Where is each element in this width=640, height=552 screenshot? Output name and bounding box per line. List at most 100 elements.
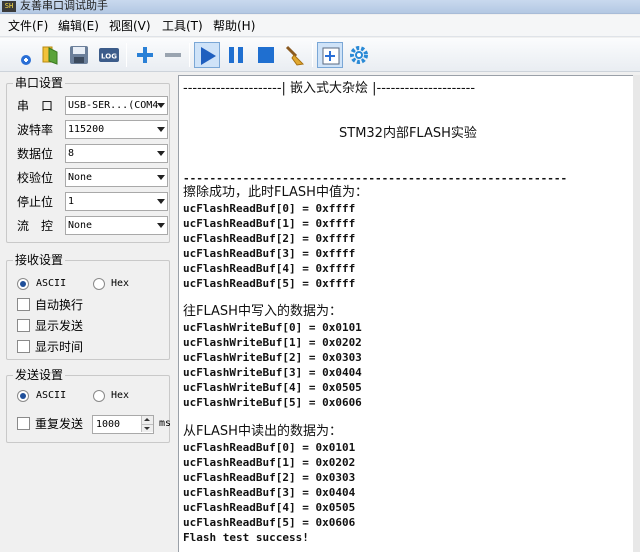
- group-title: 接收设置: [13, 252, 66, 268]
- terminal-line: ucFlashWriteBuf[4] = 0x0505: [183, 381, 362, 394]
- terminal-line: ---------------------| 嵌入式大杂烩 |---------…: [183, 81, 476, 96]
- save-icon: [70, 46, 88, 64]
- flow-control-select[interactable]: None: [65, 216, 168, 235]
- terminal-line: ucFlashReadBuf[1] = 0xffff: [183, 217, 356, 230]
- terminal-line: ucFlashWriteBuf[3] = 0x0404: [183, 366, 362, 379]
- terminal-line: ucFlashReadBuf[0] = 0x0101: [183, 441, 356, 454]
- flow-control-label: 流 控: [17, 219, 54, 233]
- serial-settings-group: 串口设置 串 口 USB-SER...(COM4 波特率 115200 数据位 …: [6, 75, 170, 243]
- group-title: 发送设置: [13, 367, 66, 383]
- clear-brush-icon: [285, 45, 305, 66]
- settings-panel: 串口设置 串 口 USB-SER...(COM4 波特率 115200 数据位 …: [0, 73, 176, 552]
- terminal-line: ucFlashWriteBuf[1] = 0x0202: [183, 336, 362, 349]
- stepper-down-icon[interactable]: [141, 424, 153, 432]
- pause-button[interactable]: [223, 42, 249, 68]
- terminal-line: STM32内部FLASH实验: [339, 126, 477, 141]
- receive-terminal[interactable]: ---------------------| 嵌入式大杂烩 |---------…: [178, 75, 633, 552]
- terminal-line: 从FLASH中读出的数据为：: [183, 424, 342, 439]
- menu-view[interactable]: 视图(V): [107, 15, 153, 37]
- terminal-line: ucFlashReadBuf[4] = 0x0505: [183, 501, 356, 514]
- toolbar-separator: [189, 43, 190, 67]
- terminal-line: ucFlashReadBuf[5] = 0x0606: [183, 516, 356, 529]
- add-icon: [137, 47, 153, 63]
- svg-text:LOG: LOG: [101, 53, 117, 61]
- repeat-send-checkbox[interactable]: [17, 417, 30, 430]
- terminal-line: ucFlashReadBuf[2] = 0x0303: [183, 471, 356, 484]
- menu-bar: 文件(F) 编辑(E) 视图(V) 工具(T) 帮助(H): [0, 15, 640, 37]
- show-time-checkbox[interactable]: [17, 340, 30, 353]
- terminal-line: Flash test success!: [183, 531, 309, 544]
- menu-file[interactable]: 文件(F): [6, 15, 50, 37]
- baud-select[interactable]: 115200: [65, 120, 168, 139]
- new-window-icon: [322, 47, 340, 65]
- log-icon: LOG: [99, 48, 119, 62]
- repeat-send-label: 重复发送: [35, 417, 84, 431]
- terminal-line: ucFlashReadBuf[0] = 0xffff: [183, 202, 356, 215]
- new-icon: [21, 55, 31, 65]
- send-hex-radio[interactable]: [93, 390, 105, 402]
- terminal-line: 往FLASH中写入的数据为：: [183, 304, 342, 319]
- title-bar: SH 友善串口调试助手: [0, 0, 640, 14]
- menu-tools[interactable]: 工具(T): [160, 15, 205, 37]
- show-send-label: 显示发送: [35, 319, 84, 333]
- app-logo-icon: SH: [2, 1, 16, 12]
- menu-help[interactable]: 帮助(H): [211, 15, 257, 37]
- send-hex-label: Hex: [111, 390, 130, 401]
- send-ascii-radio[interactable]: [17, 390, 29, 402]
- parity-select[interactable]: None: [65, 168, 168, 187]
- terminal-line: ucFlashReadBuf[4] = 0xffff: [183, 262, 356, 275]
- data-bits-select[interactable]: 8: [65, 144, 168, 163]
- receive-hex-radio[interactable]: [93, 278, 105, 290]
- stepper-up-icon[interactable]: [141, 416, 153, 424]
- chevron-down-icon: [157, 199, 165, 204]
- port-select[interactable]: USB-SER...(COM4: [65, 96, 168, 115]
- port-label: 串 口: [17, 99, 54, 113]
- receive-ascii-radio[interactable]: [17, 278, 29, 290]
- terminal-line: ucFlashReadBuf[5] = 0xffff: [183, 277, 356, 290]
- toolbar: LOG: [0, 38, 640, 72]
- toolbar-separator: [312, 43, 313, 67]
- terminal-line: ucFlashReadBuf[3] = 0xffff: [183, 247, 356, 260]
- terminal-line: ucFlashWriteBuf[0] = 0x0101: [183, 321, 362, 334]
- play-icon: [201, 47, 216, 65]
- chevron-down-icon: [157, 103, 165, 108]
- show-time-label: 显示时间: [35, 340, 84, 354]
- new-window-button[interactable]: [317, 42, 343, 68]
- terminal-line: ucFlashReadBuf[3] = 0x0404: [183, 486, 356, 499]
- chevron-down-icon: [157, 127, 165, 132]
- terminal-line: ucFlashReadBuf[1] = 0x0202: [183, 456, 356, 469]
- terminal-line: 擦除成功，此时FLASH中值为：: [183, 185, 368, 200]
- data-bits-label: 数据位: [17, 147, 54, 161]
- add-button[interactable]: [132, 42, 158, 68]
- settings-button[interactable]: [346, 42, 372, 68]
- stop-bits-select[interactable]: 1: [65, 192, 168, 211]
- receive-settings-group: 接收设置 ASCII Hex 自动换行 显示发送 显示时间: [6, 252, 170, 360]
- open-icon: [42, 46, 58, 65]
- menu-edit[interactable]: 编辑(E): [56, 15, 101, 37]
- scrollbar[interactable]: [633, 75, 640, 552]
- save-button[interactable]: [66, 42, 92, 68]
- chevron-down-icon: [157, 223, 165, 228]
- new-button[interactable]: [10, 42, 36, 68]
- show-send-checkbox[interactable]: [17, 319, 30, 332]
- stop-bits-label: 停止位: [17, 195, 54, 209]
- send-settings-group: 发送设置 ASCII Hex 重复发送 1000 ms: [6, 367, 171, 443]
- remove-button[interactable]: [160, 42, 186, 68]
- log-button[interactable]: LOG: [96, 42, 122, 68]
- receive-hex-label: Hex: [111, 278, 130, 289]
- interval-stepper[interactable]: 1000: [92, 415, 154, 434]
- stop-icon: [258, 47, 274, 63]
- auto-wrap-checkbox[interactable]: [17, 298, 30, 311]
- stop-button[interactable]: [253, 42, 279, 68]
- pause-icon: [229, 47, 243, 63]
- send-ascii-label: ASCII: [36, 390, 67, 401]
- remove-icon: [165, 53, 181, 57]
- open-button[interactable]: [38, 42, 64, 68]
- window-title: 友善串口调试助手: [20, 0, 108, 12]
- terminal-line: ucFlashReadBuf[2] = 0xffff: [183, 232, 356, 245]
- clear-button[interactable]: [282, 42, 308, 68]
- group-title: 串口设置: [13, 75, 66, 91]
- terminal-line: ----------------------------------------…: [183, 172, 568, 185]
- chevron-down-icon: [157, 151, 165, 156]
- start-button[interactable]: [194, 42, 220, 68]
